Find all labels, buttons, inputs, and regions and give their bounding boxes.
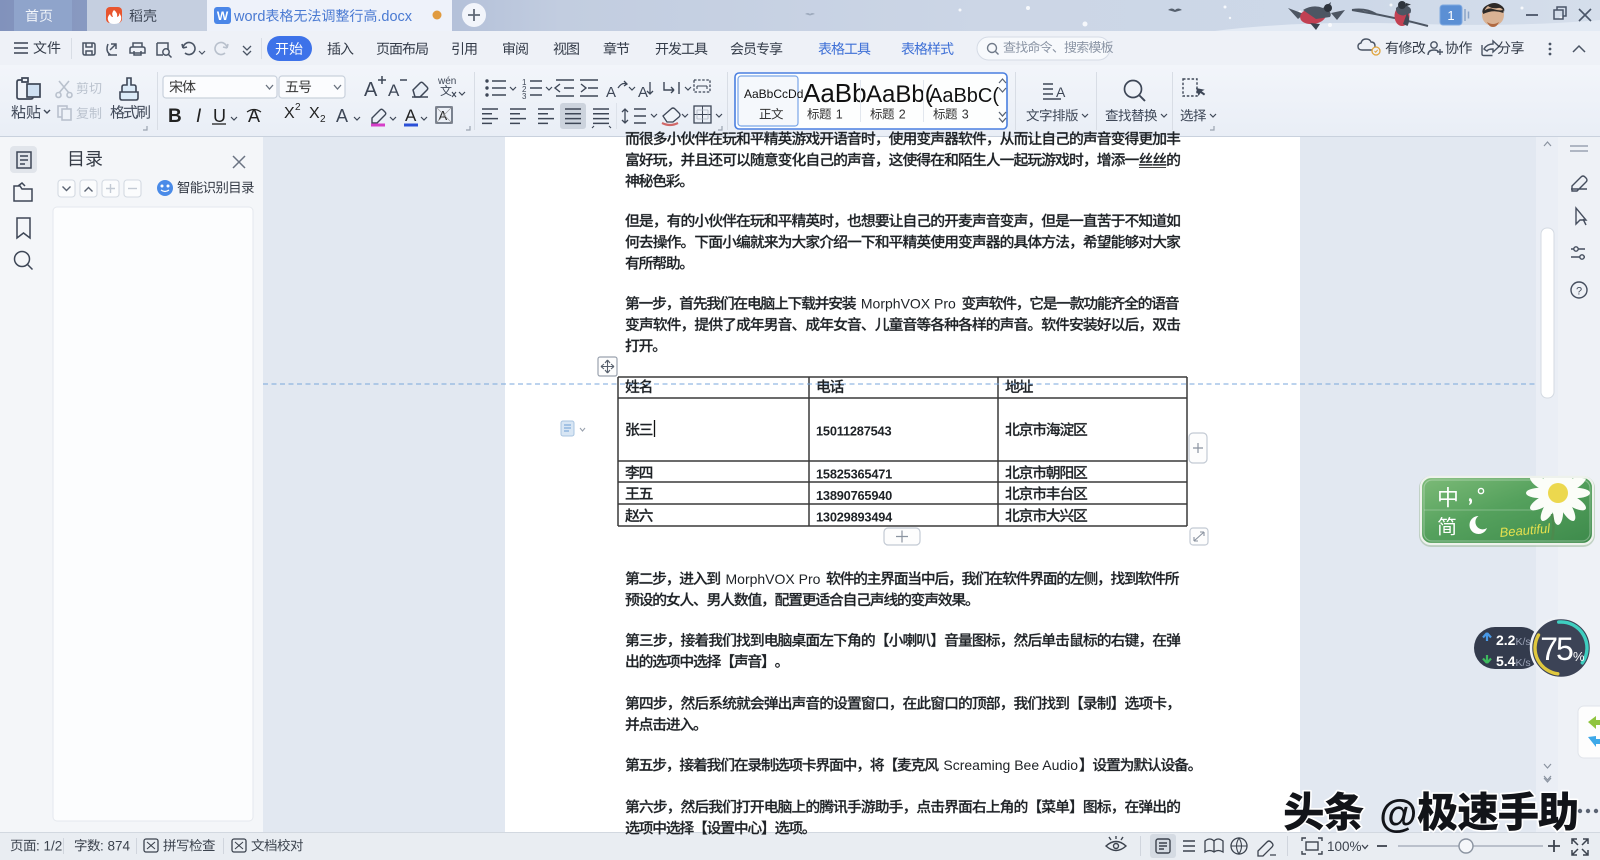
svg-text:A: A (405, 106, 417, 125)
svg-text:MorphVOX Pro: MorphVOX Pro (726, 571, 821, 587)
svg-text:wén: wén (437, 76, 456, 87)
svg-text:15011287543: 15011287543 (816, 424, 891, 439)
svg-text:AaBb: AaBb (803, 78, 867, 108)
svg-text:A: A (336, 106, 348, 126)
svg-text:100%: 100% (1327, 839, 1362, 854)
svg-text:15825365471: 15825365471 (816, 467, 892, 482)
svg-text:3: 3 (522, 92, 527, 101)
svg-text:2: 2 (320, 114, 326, 125)
svg-text:?: ? (1576, 286, 1582, 298)
svg-text:MorphVOX Pro: MorphVOX Pro (861, 296, 956, 312)
svg-text:W: W (217, 9, 229, 23)
svg-text:word: word (233, 9, 265, 25)
svg-text:AaBbCcDd: AaBbCcDd (744, 87, 803, 101)
svg-text:@: @ (1379, 793, 1417, 836)
svg-text:B: B (168, 106, 182, 127)
svg-text:1: 1 (1447, 8, 1454, 23)
svg-text:1: 1 (836, 108, 843, 122)
svg-text:A: A (364, 79, 378, 101)
svg-text:AaBb(: AaBb( (866, 81, 933, 108)
svg-text:%: % (1573, 649, 1585, 664)
svg-text:2: 2 (899, 108, 906, 122)
svg-text:3: 3 (962, 108, 969, 122)
svg-text:2: 2 (295, 102, 301, 113)
svg-text:13890765940: 13890765940 (816, 488, 892, 503)
svg-text:: 874: : 874 (100, 838, 131, 853)
svg-text:75: 75 (1540, 631, 1573, 667)
svg-text:X: X (284, 105, 295, 122)
svg-text:Screaming Bee Audio: Screaming Bee Audio (943, 757, 1078, 773)
svg-text:A: A (638, 84, 648, 101)
svg-text:A: A (606, 84, 616, 101)
svg-text:A: A (1056, 84, 1066, 100)
svg-text:: 1/2: : 1/2 (36, 838, 62, 853)
svg-text:A: A (439, 108, 448, 123)
svg-text:I: I (196, 106, 202, 127)
svg-text:U: U (213, 106, 226, 126)
svg-text:A: A (388, 81, 400, 100)
svg-text:.docx: .docx (377, 9, 412, 25)
svg-text:AaBbC(: AaBbC( (929, 85, 999, 107)
svg-text:13029893494: 13029893494 (816, 510, 893, 525)
svg-text:X: X (309, 105, 320, 122)
